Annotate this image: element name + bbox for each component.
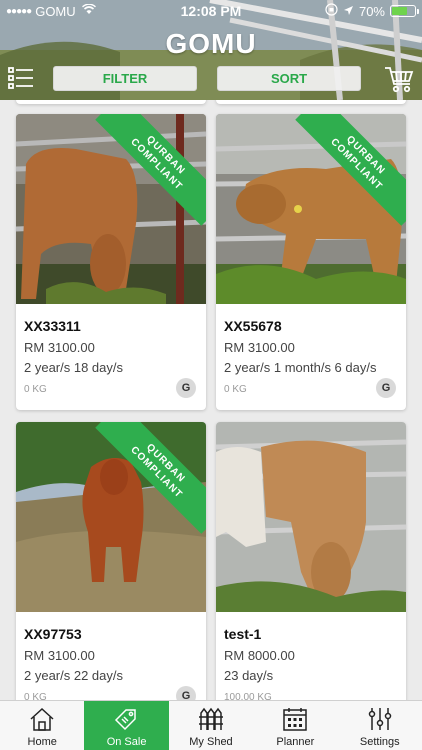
tab-home[interactable]: Home xyxy=(0,701,84,750)
grade-badge: G xyxy=(176,378,196,398)
tab-label: Home xyxy=(27,736,57,748)
list-menu-button[interactable] xyxy=(8,66,34,90)
listing-age: 2 year/s 18 day/s xyxy=(24,360,123,375)
listing-weight: 0 KG xyxy=(24,692,47,700)
battery-percent: 70% xyxy=(358,3,385,19)
listing-age: 2 year/s 1 month/s 6 day/s xyxy=(224,360,377,375)
listing-card[interactable]: QURBAN COMPLIANT XX97753 RM 3100.00 2 ye… xyxy=(16,422,206,700)
previous-card-edge xyxy=(16,100,206,104)
listing-card[interactable]: QURBAN COMPLIANT XX33311 RM 3100.00 2 ye… xyxy=(16,114,206,410)
tab-label: Settings xyxy=(359,736,400,748)
cart-button[interactable] xyxy=(384,64,414,94)
cow-photo xyxy=(16,422,206,612)
listing-price: RM 8000.00 xyxy=(224,648,295,663)
listing-price: RM 3100.00 xyxy=(24,648,95,663)
shed-fence-icon xyxy=(198,707,223,730)
listing-age: 23 day/s xyxy=(224,668,274,683)
cow-photo xyxy=(216,114,406,304)
list-menu-icon xyxy=(8,67,33,89)
listing-price: RM 3100.00 xyxy=(24,340,95,355)
signal-strength-icon: ●●●●● xyxy=(6,5,32,17)
status-bar: ●●●●● GOMU 12:08 PM 70% xyxy=(0,0,422,22)
home-icon xyxy=(30,707,54,731)
battery-icon xyxy=(390,5,419,17)
app-header: ●●●●● GOMU 12:08 PM 70% GOMU FILTER SORT xyxy=(0,0,422,100)
listing-code: test-1 xyxy=(224,626,262,642)
grade-badge: G xyxy=(376,378,396,398)
listing-card[interactable]: test-1 RM 8000.00 23 day/s 100.00 KG xyxy=(216,422,406,700)
listing-weight: 100.00 KG xyxy=(224,692,272,700)
listing-price: RM 3100.00 xyxy=(224,340,295,355)
sort-button[interactable]: SORT xyxy=(217,66,361,91)
listing-weight: 0 KG xyxy=(24,384,47,395)
cow-photo xyxy=(216,422,406,612)
listing-age: 2 year/s 22 day/s xyxy=(24,668,123,683)
cow-photo xyxy=(16,114,206,304)
tab-label: On Sale xyxy=(106,736,147,748)
listing-code: XX55678 xyxy=(224,318,282,334)
orientation-lock-icon xyxy=(325,3,338,19)
bottom-tab-bar: Home On Sale My Shed Planner Settings xyxy=(0,700,422,750)
tab-on-sale[interactable]: On Sale xyxy=(84,701,169,750)
listing-code: XX33311 xyxy=(24,318,81,334)
listing-grid: QURBAN COMPLIANT XX33311 RM 3100.00 2 ye… xyxy=(0,100,422,700)
filter-button[interactable]: FILTER xyxy=(53,66,197,91)
listing-code: XX97753 xyxy=(24,626,82,642)
sliders-icon xyxy=(368,708,391,730)
location-arrow-icon xyxy=(343,4,354,19)
app-logo: GOMU xyxy=(165,28,257,59)
carrier-name: GOMU xyxy=(35,3,76,19)
wifi-icon xyxy=(81,3,96,18)
shopping-cart-icon xyxy=(385,67,414,93)
tab-label: Planner xyxy=(276,736,315,748)
calendar-icon xyxy=(283,708,307,731)
listing-weight: 0 KG xyxy=(224,384,247,395)
tab-planner[interactable]: Planner xyxy=(253,701,337,750)
tab-my-shed[interactable]: My Shed xyxy=(169,701,253,750)
price-tag-icon xyxy=(115,709,137,731)
tab-label: My Shed xyxy=(189,736,233,748)
grade-badge: G xyxy=(176,686,196,700)
previous-card-edge xyxy=(216,100,406,104)
tab-settings[interactable]: Settings xyxy=(338,701,422,750)
listing-card[interactable]: QURBAN COMPLIANT XX55678 RM 3100.00 2 ye… xyxy=(216,114,406,410)
